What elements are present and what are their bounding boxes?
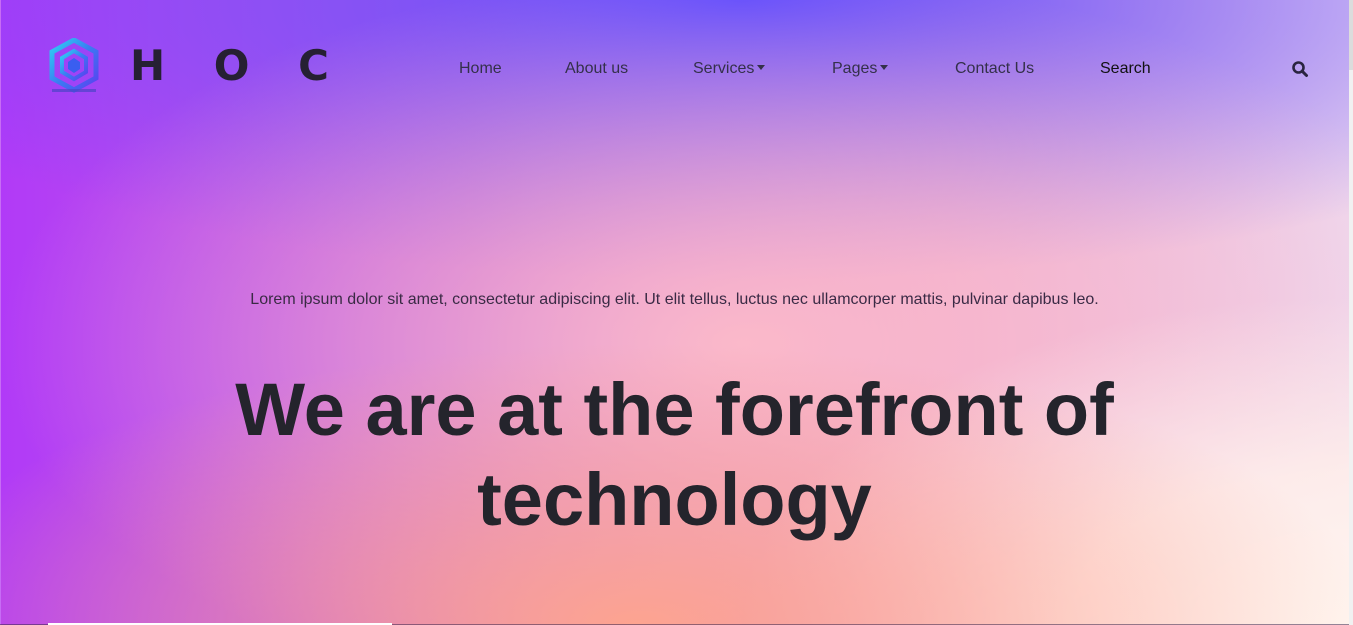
nav-pages-label: Pages — [832, 60, 878, 77]
caret-down-icon — [757, 64, 766, 70]
nav-services-dropdown[interactable]: Services — [693, 56, 766, 82]
hero-headline-line-2: technology — [477, 458, 872, 541]
hero-section: H O C Home About us Services Pages Conta… — [0, 0, 1349, 625]
page-scrollbar[interactable] — [1349, 0, 1353, 625]
search-icon[interactable] — [1291, 60, 1309, 78]
nav-contact-link[interactable]: Contact Us — [955, 56, 1034, 82]
caret-down-icon — [880, 64, 889, 70]
scrollbar-thumb[interactable] — [1349, 0, 1353, 70]
nav-services-label: Services — [693, 60, 755, 77]
hero-headline: We are at the forefront of technology — [0, 365, 1349, 545]
nav-about-link[interactable]: About us — [565, 56, 628, 82]
hero-headline-line-1: We are at the forefront of — [235, 368, 1114, 451]
main-navigation: Home About us Services Pages Contact Us … — [0, 56, 1349, 82]
nav-home-link[interactable]: Home — [459, 56, 502, 82]
nav-pages-dropdown[interactable]: Pages — [832, 56, 889, 82]
nav-search-link[interactable]: Search — [1100, 56, 1151, 82]
hero-intro-text: Lorem ipsum dolor sit amet, consectetur … — [250, 291, 1099, 308]
